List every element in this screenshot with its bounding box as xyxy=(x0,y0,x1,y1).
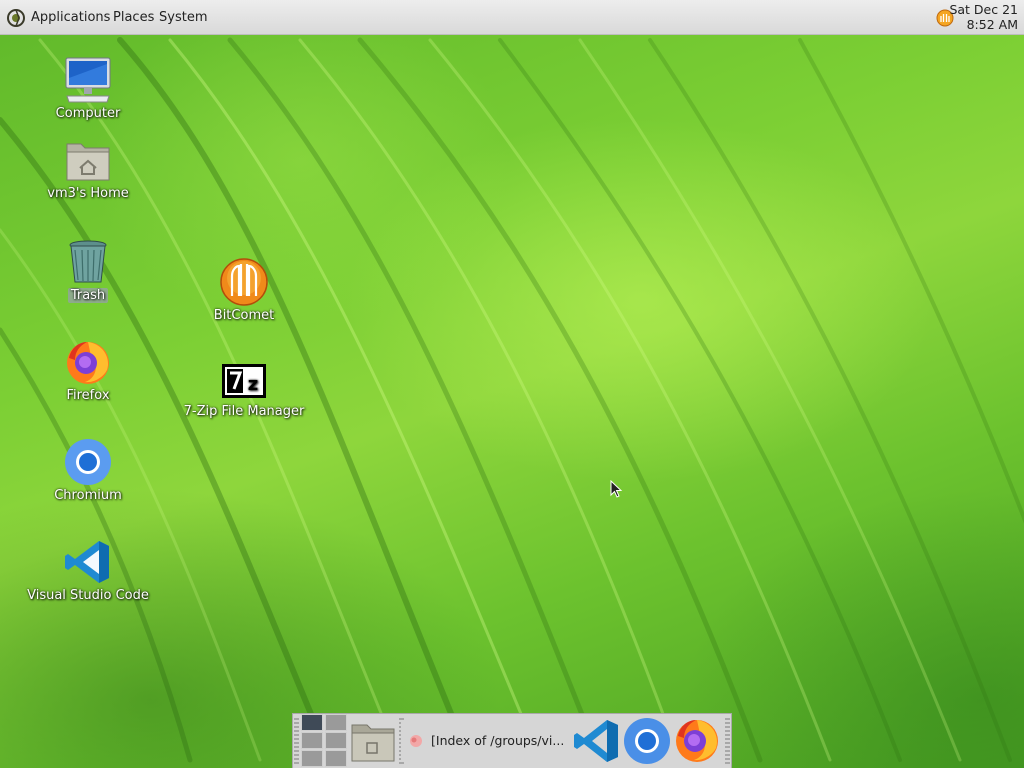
home-folder-icon xyxy=(66,143,110,181)
workspace-switcher[interactable] xyxy=(301,714,348,768)
vscode-launcher-icon[interactable] xyxy=(573,717,621,765)
desktop-icon-bitcomet[interactable]: BitComet xyxy=(174,258,314,323)
svg-text:z: z xyxy=(248,374,258,395)
system-menu[interactable]: System xyxy=(159,10,207,26)
workspace-3[interactable] xyxy=(301,732,323,749)
desktop-icon-vscode[interactable]: Visual Studio Code xyxy=(18,538,158,603)
task-button-browser-window[interactable]: [Index of /groups/vi... xyxy=(401,722,569,760)
desktop-icon-label: Firefox xyxy=(66,388,110,403)
clock-time: 8:52 AM xyxy=(966,17,1018,32)
bitcomet-icon xyxy=(220,258,268,306)
vscode-icon xyxy=(65,541,109,583)
top-panel: Applications Places System Sat Dec 21 8:… xyxy=(0,0,1024,35)
panel-grip[interactable] xyxy=(725,718,730,764)
workspace-2[interactable] xyxy=(325,714,347,731)
mouse-cursor-icon xyxy=(610,480,623,498)
desktop-icon-trash[interactable]: Trash xyxy=(18,238,158,303)
desktop-icon-label: vm3's Home xyxy=(47,186,129,201)
desktop-icon-home[interactable]: vm3's Home xyxy=(18,138,158,201)
files-launcher-icon[interactable] xyxy=(349,717,397,765)
desktop-icon-label: Trash xyxy=(67,288,109,303)
chromium-launcher-icon[interactable] xyxy=(623,717,671,765)
desktop-icon-label: 7-Zip File Manager xyxy=(183,404,305,419)
page-icon xyxy=(410,735,422,747)
desktop-icon-7zip[interactable]: z 7-Zip File Manager xyxy=(174,362,314,419)
7zip-icon: z xyxy=(222,364,266,398)
computer-icon xyxy=(65,57,111,103)
desktop-icon-label: Computer xyxy=(55,106,121,121)
clock[interactable]: Sat Dec 21 8:52 AM xyxy=(949,2,1018,32)
desktop-icon-chromium[interactable]: Chromium xyxy=(18,438,158,503)
desktop-icon-label: Visual Studio Code xyxy=(27,588,149,603)
firefox-launcher-icon[interactable] xyxy=(673,717,721,765)
bottom-taskbar: [Index of /groups/vi... xyxy=(292,713,732,768)
workspace-5[interactable] xyxy=(301,750,323,767)
firefox-icon xyxy=(67,342,109,384)
task-label: [Index of /groups/vi... xyxy=(431,733,565,748)
panel-grip[interactable] xyxy=(294,718,299,764)
workspace-4[interactable] xyxy=(325,732,347,749)
applications-menu[interactable]: Applications xyxy=(31,10,110,26)
workspace-1[interactable] xyxy=(301,714,323,731)
desktop-icon-firefox[interactable]: Firefox xyxy=(18,338,158,403)
clock-date: Sat Dec 21 xyxy=(949,2,1018,17)
distro-logo-icon[interactable] xyxy=(6,8,26,28)
chromium-icon xyxy=(65,439,111,485)
trash-icon xyxy=(69,240,107,283)
workspace-6[interactable] xyxy=(325,750,347,767)
places-menu[interactable]: Places xyxy=(113,10,154,26)
desktop-icon-computer[interactable]: Computer xyxy=(18,56,158,121)
desktop-icon-label: Chromium xyxy=(54,488,122,503)
desktop-icon-label: BitComet xyxy=(213,308,275,323)
